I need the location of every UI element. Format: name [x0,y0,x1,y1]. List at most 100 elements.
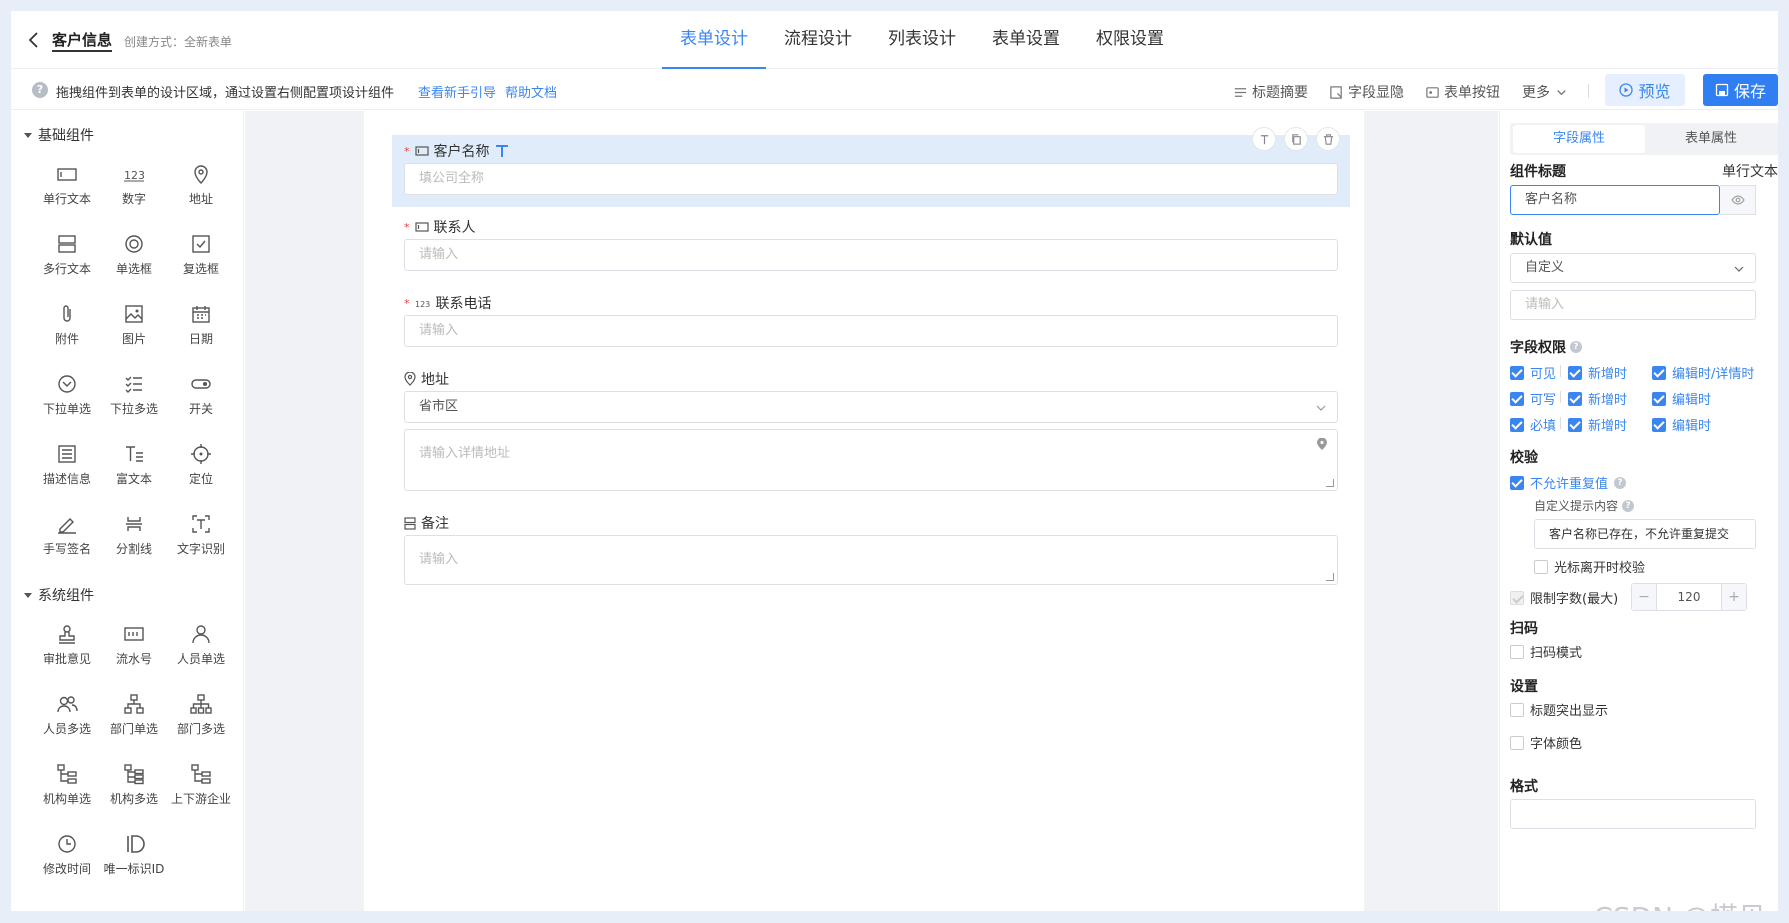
basic-group-title[interactable]: 基础组件 [24,125,94,145]
guide-link[interactable]: 查看新手引导 [418,82,496,101]
system-group-title[interactable]: 系统组件 [24,585,94,605]
comp-image[interactable]: 图片 [102,303,166,359]
tab-form-props[interactable]: 表单属性 [1645,125,1777,153]
tab-list-design[interactable]: 列表设计 [870,11,974,69]
limit-chars-stepper[interactable]: − 120 + [1631,583,1747,611]
text-format-icon[interactable] [1252,127,1276,151]
comp-radio[interactable]: 单选框 [102,233,166,289]
more-dropdown[interactable]: 更多 [1522,82,1569,102]
comp-signature[interactable]: 手写签名 [35,513,99,569]
font-color-checkbox[interactable]: 字体颜色 [1510,733,1582,752]
comp-checkbox[interactable]: 复选框 [169,233,233,289]
format-select[interactable] [1510,799,1756,829]
comp-description[interactable]: 描述信息 [35,443,99,499]
delete-icon[interactable] [1316,127,1340,151]
comp-number[interactable]: 123 数字 [102,163,166,219]
field-customer-name[interactable]: * 客户名称 填公司全称 [392,127,1350,207]
title-highlight-checkbox[interactable]: 标题突出显示 [1510,700,1608,719]
perm-writable-add-checkbox[interactable]: 新增时 [1568,389,1627,408]
no-duplicate-checkbox[interactable]: 不允许重复值 ? [1510,473,1627,492]
comp-serial[interactable]: 流水号 [102,623,166,679]
field-remark[interactable]: 备注 请输入 [392,507,1350,597]
comp-modified-time[interactable]: 修改时间 [35,833,99,889]
help-icon[interactable]: ? [1570,341,1582,353]
help-icon[interactable]: ? [1614,476,1627,489]
title-summary-button[interactable]: 标题摘要 [1233,82,1308,102]
default-value-select[interactable]: 自定义 [1510,253,1756,283]
comp-label: 附件 [54,332,79,346]
region-select[interactable]: 省市区 [404,391,1338,423]
comp-attachment[interactable]: 附件 [35,303,99,359]
phone-input[interactable]: 请输入 [404,315,1338,347]
comp-rich-text[interactable]: 富文本 [102,443,166,499]
tab-field-props[interactable]: 字段属性 [1513,125,1645,153]
comp-date[interactable]: 日期 [169,303,233,359]
comp-dept-multi[interactable]: 部门多选 [169,693,233,749]
remark-textarea[interactable]: 请输入 [404,535,1338,585]
field-visibility-label: 字段显隐 [1348,85,1404,101]
help-doc-link[interactable]: 帮助文档 [505,82,557,101]
comp-address[interactable]: 地址 [169,163,233,219]
comp-select-multi[interactable]: 下拉多选 [102,373,166,429]
comp-dept-single[interactable]: 部门单选 [102,693,166,749]
comp-org-single[interactable]: 机构单选 [35,763,99,819]
help-icon[interactable]: ? [1622,499,1635,512]
blur-validate-checkbox[interactable]: 光标离开时校验 [1534,557,1645,576]
perm-writable-checkbox[interactable]: 可写 [1510,389,1556,408]
comp-unique-id[interactable]: 唯一标识ID [102,833,166,889]
checkbox-checked [1510,391,1524,406]
title-highlight-label: 标题突出显示 [1530,704,1609,719]
field-contact[interactable]: * 联系人 请输入 [392,211,1350,281]
field-phone[interactable]: * 123 联系电话 请输入 [392,287,1350,357]
preview-button[interactable]: 预览 [1605,74,1685,106]
form-buttons-button[interactable]: 表单按钮 [1425,82,1500,102]
comp-supply-chain[interactable]: 上下游企业 [169,763,233,819]
eye-toggle[interactable] [1720,185,1756,215]
title-t-icon[interactable] [495,144,509,158]
tab-form-design[interactable]: 表单设计 [662,11,766,69]
perm-required-add-checkbox[interactable]: 新增时 [1568,415,1627,434]
tab-permission-settings[interactable]: 权限设置 [1078,11,1182,69]
component-title-input[interactable]: 客户名称 [1510,185,1720,215]
hierarchy-icon [57,764,77,784]
comp-switch[interactable]: 开关 [169,373,233,429]
comp-label: 开关 [188,402,213,416]
resize-handle[interactable] [1326,573,1334,581]
comp-user-multi[interactable]: 人员多选 [35,693,99,749]
comp-locate[interactable]: 定位 [169,443,233,499]
tab-flow-design[interactable]: 流程设计 [766,11,870,69]
comp-approval[interactable]: 审批意见 [35,623,99,679]
perm-visible-edit-checkbox[interactable]: 编辑时/详情时 [1652,363,1754,382]
back-arrow-icon[interactable] [23,29,45,51]
limit-chars-value[interactable]: 120 [1656,584,1722,610]
perm-required-edit-checkbox[interactable]: 编辑时 [1652,415,1711,434]
resize-handle[interactable] [1326,479,1334,487]
scan-mode-checkbox[interactable]: 扫码模式 [1510,642,1582,661]
comp-user-single[interactable]: 人员单选 [169,623,233,679]
limit-chars-checkbox[interactable]: 限制字数(最大) [1510,588,1618,607]
contact-input[interactable]: 请输入 [404,239,1338,271]
perm-visible-checkbox[interactable]: 可见 [1510,363,1556,382]
comp-org-multi[interactable]: 机构多选 [102,763,166,819]
save-button[interactable]: 保存 [1703,74,1778,106]
copy-icon[interactable] [1284,127,1308,151]
comp-divider[interactable]: 分割线 [102,513,166,569]
perm-writable-edit-checkbox[interactable]: 编辑时 [1652,389,1711,408]
field-address[interactable]: 地址 省市区 请输入详情地址 [392,363,1350,499]
decrement-button[interactable]: − [1632,584,1656,610]
comp-single-text[interactable]: 单行文本 [35,163,99,219]
address-detail-textarea[interactable]: 请输入详情地址 [404,429,1338,491]
perm-required-checkbox[interactable]: 必填 [1510,415,1556,434]
checkbox-unchecked [1510,735,1524,750]
customer-name-input[interactable]: 填公司全称 [404,163,1338,195]
comp-select-single[interactable]: 下拉单选 [35,373,99,429]
perm-visible-add-checkbox[interactable]: 新增时 [1568,363,1627,382]
comp-ocr[interactable]: 文字识别 [169,513,233,569]
custom-tip-input[interactable]: 客户名称已存在，不允许重复提交 [1534,519,1756,549]
default-value-input[interactable]: 请输入 [1510,290,1756,320]
increment-button[interactable]: + [1722,584,1746,610]
field-visibility-button[interactable]: 字段显隐 [1329,82,1404,102]
tab-form-settings[interactable]: 表单设置 [974,11,1078,69]
comp-multi-text[interactable]: 多行文本 [35,233,99,289]
field-label-row: * 联系人 [404,217,476,237]
